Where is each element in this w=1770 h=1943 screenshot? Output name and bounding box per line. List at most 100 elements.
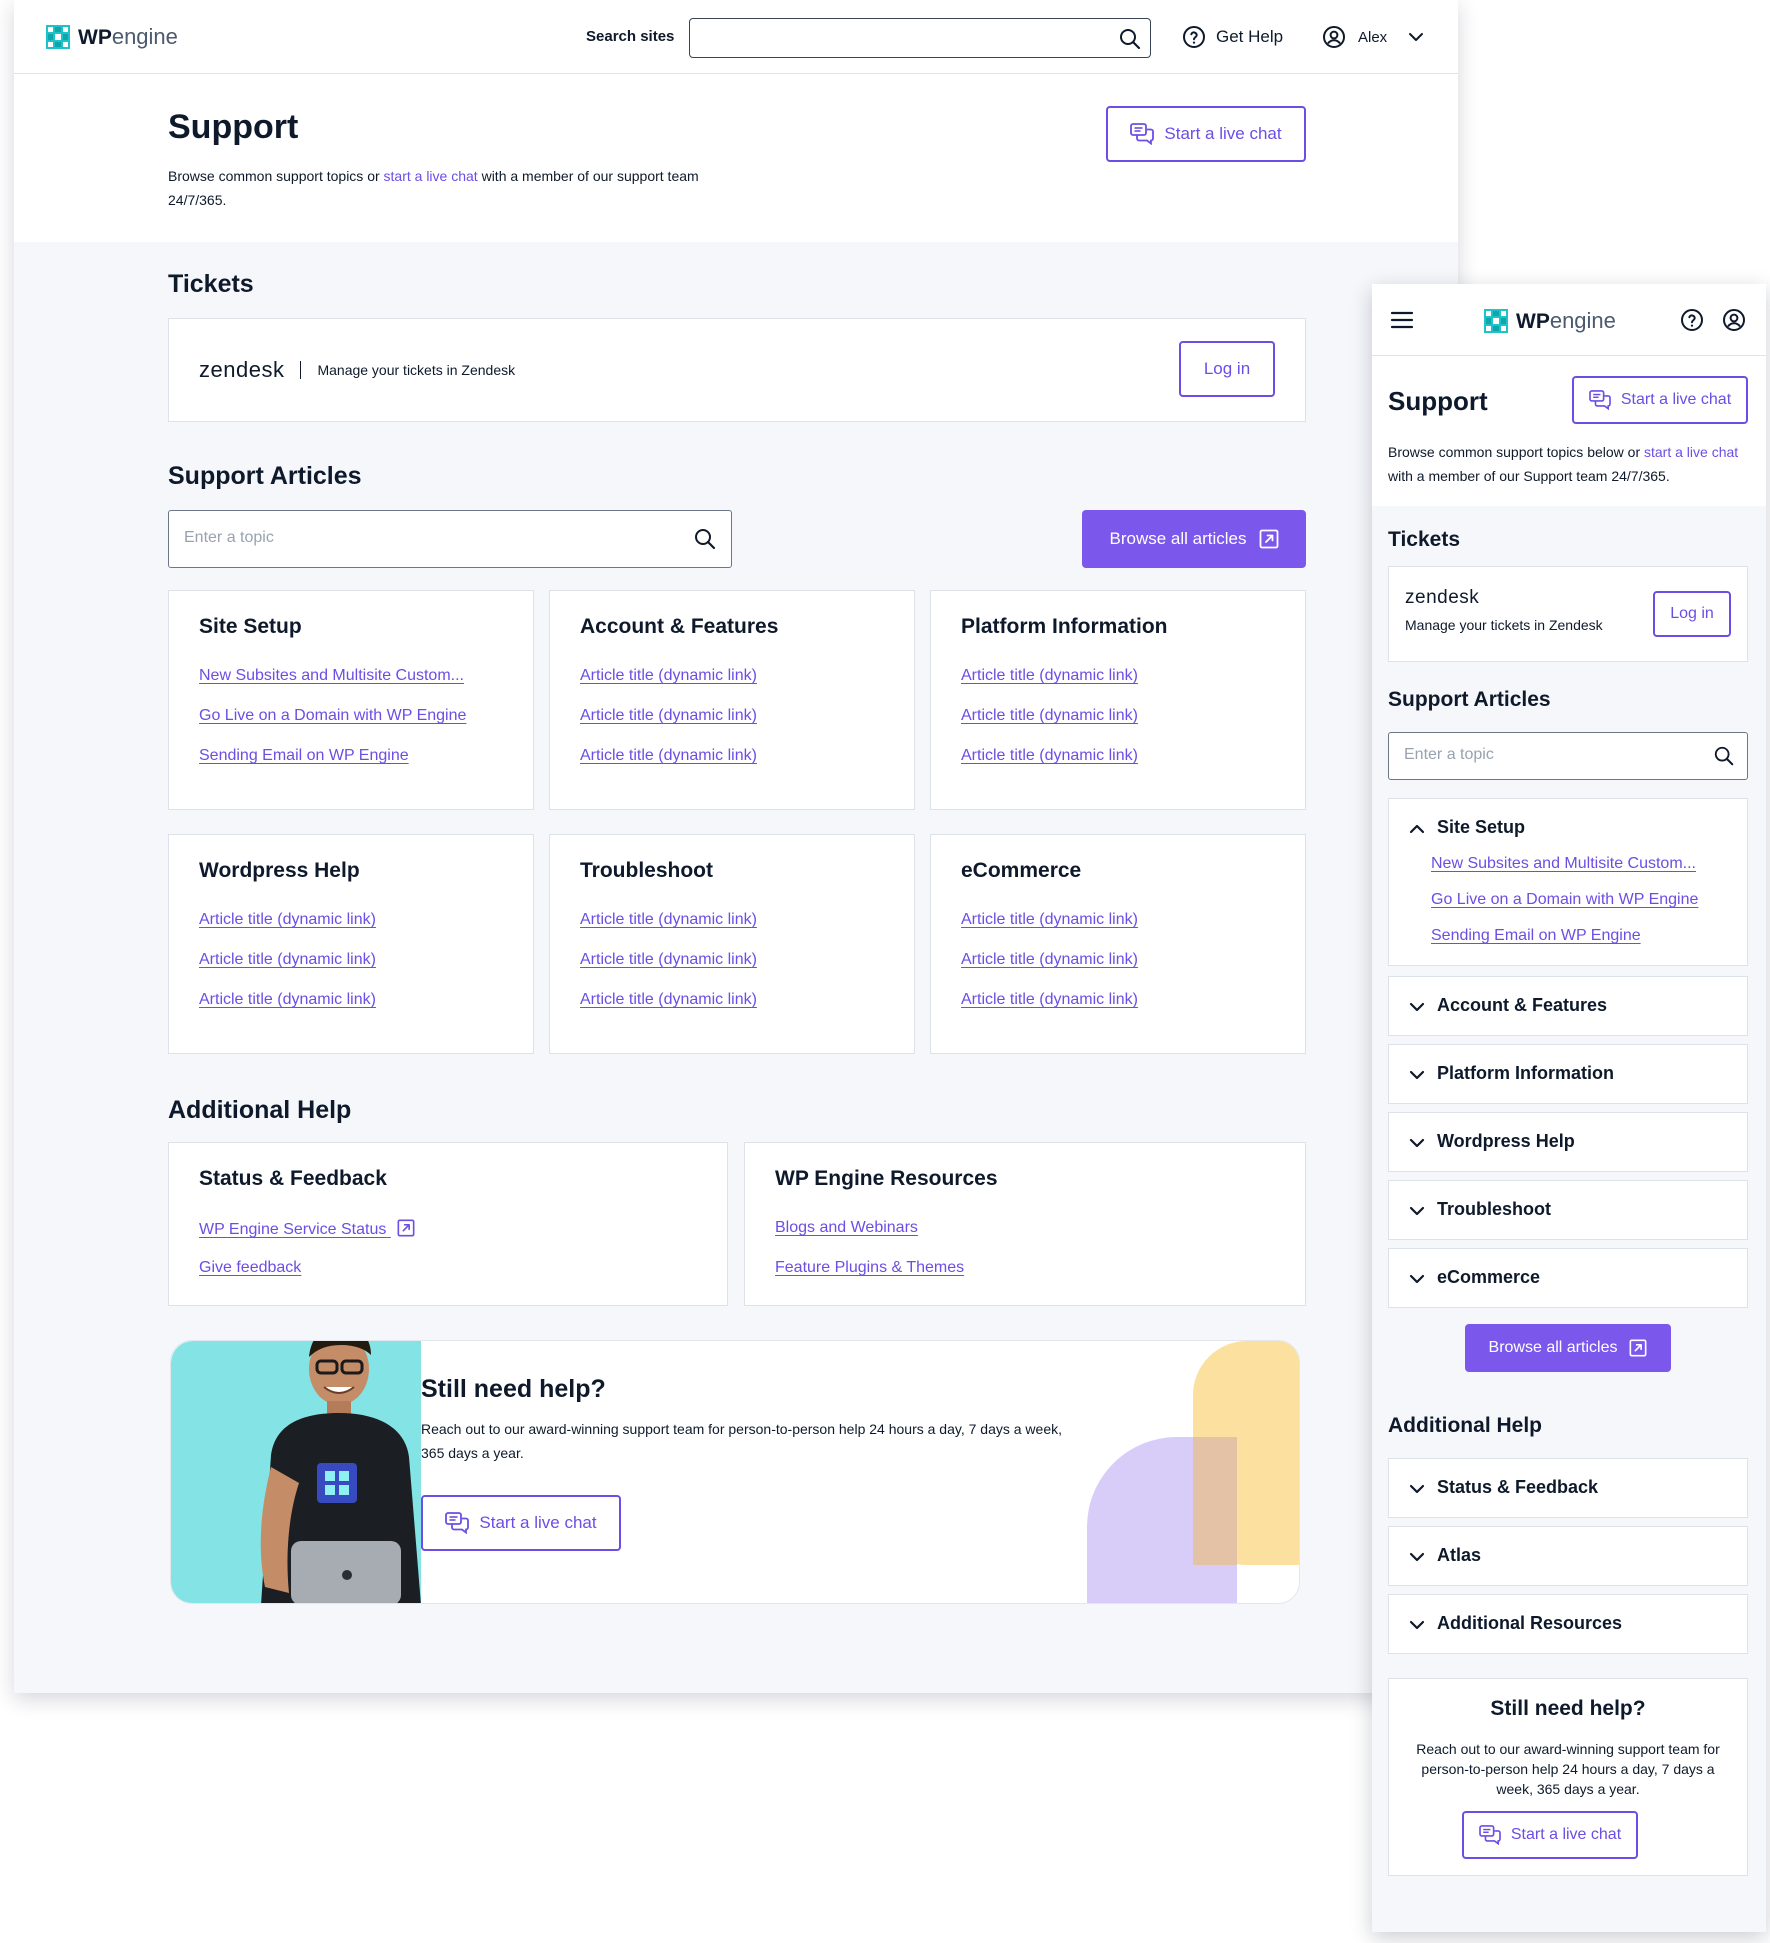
article-link[interactable]: Article title (dynamic link)	[961, 707, 1138, 725]
accordion-account-features[interactable]: Account & Features	[1388, 976, 1748, 1036]
chevron-down-icon[interactable]	[1407, 28, 1425, 46]
user-avatar-icon[interactable]	[1722, 308, 1746, 332]
article-link[interactable]: Article title (dynamic link)	[580, 707, 757, 725]
chevron-down-icon	[1409, 1620, 1425, 1630]
article-link[interactable]: Article title (dynamic link)	[961, 747, 1138, 765]
status-feedback-card: Status & Feedback WP Engine Service Stat…	[168, 1142, 728, 1306]
banner-live-chat-button[interactable]: Start a live chat	[1462, 1811, 1638, 1859]
accordion-additional-resources[interactable]: Additional Resources	[1388, 1594, 1748, 1654]
browse-all-articles-button[interactable]: Browse all articles	[1465, 1324, 1671, 1372]
support-articles-heading: Support Articles	[168, 462, 362, 490]
feature-plugins-link[interactable]: Feature Plugins & Themes	[775, 1259, 964, 1277]
additional-help-heading: Additional Help	[1388, 1414, 1542, 1437]
search-icon[interactable]	[1713, 745, 1735, 767]
banner-text: Reach out to our award-winning support t…	[1416, 1741, 1720, 1797]
start-live-chat-button[interactable]: Start a live chat	[1106, 106, 1306, 162]
wp-engine-resources-card: WP Engine Resources Blogs and Webinars F…	[744, 1142, 1306, 1306]
category-title: Troubleshoot	[580, 859, 713, 882]
search-sites-input[interactable]	[689, 18, 1151, 58]
still-need-help-banner: Still need help? Reach out to our award-…	[170, 1340, 1300, 1604]
topic-search-input[interactable]: Enter a topic	[168, 510, 732, 568]
search-icon[interactable]	[1118, 27, 1142, 51]
logo-wordmark-light: engine	[111, 24, 178, 49]
article-link[interactable]: Article title (dynamic link)	[199, 991, 376, 1009]
article-link[interactable]: Go Live on a Domain with WP Engine	[1431, 891, 1698, 909]
article-link[interactable]: Sending Email on WP Engine	[1431, 927, 1641, 945]
article-link[interactable]: Article title (dynamic link)	[961, 951, 1138, 969]
chevron-down-icon	[1409, 1552, 1425, 1562]
chevron-down-icon	[1409, 1002, 1425, 1012]
category-card-site-setup: Site Setup New Subsites and Multisite Cu…	[168, 590, 534, 810]
zendesk-login-button[interactable]: Log in	[1653, 591, 1731, 637]
category-title: Wordpress Help	[199, 859, 360, 882]
wp-engine-logo[interactable]: WPengine	[1484, 308, 1616, 334]
accordion-wordpress-help[interactable]: Wordpress Help	[1388, 1112, 1748, 1172]
blogs-webinars-link[interactable]: Blogs and Webinars	[775, 1219, 918, 1237]
topic-search-input[interactable]: Enter a topic	[1388, 732, 1748, 780]
help-circle-icon[interactable]	[1680, 308, 1704, 332]
article-link[interactable]: New Subsites and Multisite Custom...	[199, 667, 464, 685]
banner-live-chat-label: Start a live chat	[479, 1513, 597, 1532]
accordion-title: Additional Resources	[1437, 1613, 1623, 1633]
service-status-link[interactable]: WP Engine Service Status	[199, 1219, 415, 1239]
article-link[interactable]: Article title (dynamic link)	[580, 747, 757, 765]
tickets-description: Manage your tickets in Zendesk	[317, 362, 516, 378]
banner-live-chat-button[interactable]: Start a live chat	[421, 1495, 621, 1551]
chevron-down-icon	[1409, 1070, 1425, 1080]
article-link[interactable]: New Subsites and Multisite Custom...	[1431, 855, 1696, 873]
accordion-ecommerce[interactable]: eCommerce	[1388, 1248, 1748, 1308]
start-live-chat-button[interactable]: Start a live chat	[1572, 376, 1748, 424]
start-live-chat-inline-link[interactable]: start a live chat	[384, 168, 478, 184]
article-link[interactable]: Article title (dynamic link)	[580, 991, 757, 1009]
tickets-heading: Tickets	[168, 270, 254, 298]
page-title: Support	[1388, 386, 1488, 416]
accordion-status-feedback[interactable]: Status & Feedback	[1388, 1458, 1748, 1518]
article-link[interactable]: Go Live on a Domain with WP Engine	[199, 707, 466, 725]
mobile-still-need-help-card: Still need help? Reach out to our award-…	[1388, 1678, 1748, 1876]
login-label: Log in	[1203, 359, 1251, 378]
article-link[interactable]: Article title (dynamic link)	[580, 911, 757, 929]
logo-wordmark-bold: WP	[1516, 310, 1550, 333]
browse-all-articles-label: Browse all articles	[1488, 1339, 1618, 1356]
article-link[interactable]: Article title (dynamic link)	[199, 951, 376, 969]
subtitle-text-end: with a member of our Support team 24/7/3…	[1388, 468, 1670, 484]
accordion-atlas[interactable]: Atlas	[1388, 1526, 1748, 1586]
article-link[interactable]: Article title (dynamic link)	[961, 667, 1138, 685]
give-feedback-link[interactable]: Give feedback	[199, 1259, 301, 1277]
chevron-up-icon[interactable]	[1409, 821, 1425, 837]
get-help-link[interactable]: Get Help	[1182, 25, 1283, 49]
browse-all-articles-label: Browse all articles	[1109, 529, 1247, 548]
accordion-title: Account & Features	[1437, 995, 1608, 1015]
article-link[interactable]: Article title (dynamic link)	[961, 991, 1138, 1009]
category-title: Account & Features	[580, 615, 779, 638]
article-link[interactable]: Sending Email on WP Engine	[199, 747, 409, 765]
article-link[interactable]: Article title (dynamic link)	[961, 911, 1138, 929]
search-sites-label: Search sites	[586, 28, 675, 45]
start-live-chat-label: Start a live chat	[1164, 124, 1282, 143]
accordion-title: Troubleshoot	[1437, 1199, 1551, 1219]
banner-text: Reach out to our award-winning support t…	[421, 1421, 1062, 1461]
tickets-heading: Tickets	[1388, 528, 1460, 551]
external-link-icon	[397, 1219, 415, 1237]
accordion-troubleshoot[interactable]: Troubleshoot	[1388, 1180, 1748, 1240]
topic-search-placeholder: Enter a topic	[184, 529, 274, 546]
accordion-title: Atlas	[1437, 1545, 1482, 1565]
zendesk-login-button[interactable]: Log in	[1179, 341, 1275, 397]
mobile-view: WPengine Support Start a live chat Brows…	[1372, 284, 1766, 1932]
accordion-site-setup-expanded[interactable]: Site Setup New Subsites and Multisite Cu…	[1388, 798, 1748, 966]
start-live-chat-inline-link[interactable]: start a live chat	[1644, 444, 1738, 460]
accordion-platform-information[interactable]: Platform Information	[1388, 1044, 1748, 1104]
resources-title: WP Engine Resources	[775, 1167, 998, 1190]
article-link[interactable]: Article title (dynamic link)	[580, 667, 757, 685]
subtitle-text: Browse common support topics below or	[1388, 444, 1644, 460]
category-title: Site Setup	[199, 615, 302, 638]
support-articles-heading: Support Articles	[1388, 688, 1551, 711]
hamburger-menu-icon[interactable]	[1390, 310, 1414, 330]
browse-all-articles-button[interactable]: Browse all articles	[1082, 510, 1306, 568]
search-icon[interactable]	[693, 527, 717, 551]
article-link[interactable]: Article title (dynamic link)	[580, 951, 757, 969]
mobile-support-hero: Support Start a live chat Browse common …	[1372, 356, 1766, 506]
article-link[interactable]: Article title (dynamic link)	[199, 911, 376, 929]
wp-engine-logo[interactable]: WPengine	[46, 24, 178, 50]
user-menu[interactable]: Alex	[1322, 25, 1425, 49]
